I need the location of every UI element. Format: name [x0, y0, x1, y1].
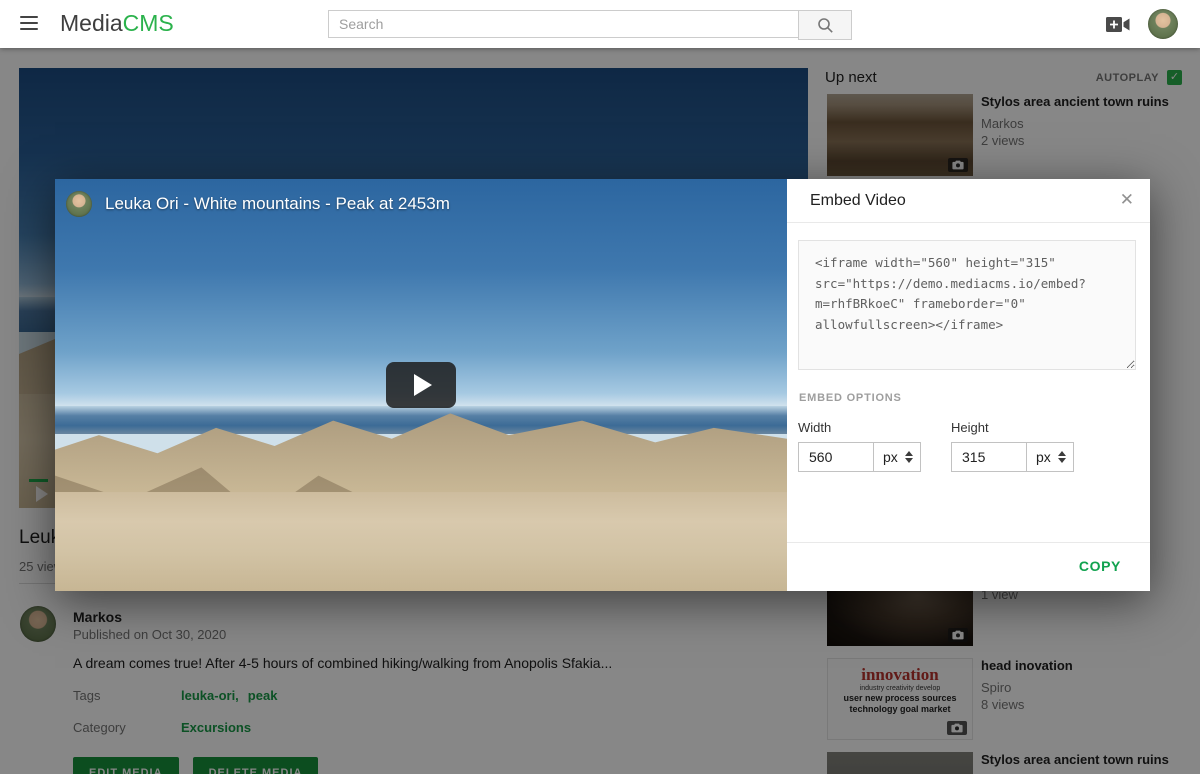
copy-button[interactable]: COPY — [1073, 557, 1127, 575]
preview-video-title: Leuka Ori - White mountains - Peak at 24… — [105, 194, 450, 214]
search-input[interactable] — [328, 10, 798, 38]
spinner-icon — [905, 451, 913, 463]
preview-channel-avatar[interactable] — [66, 191, 92, 217]
spinner-icon — [1058, 451, 1066, 463]
upload-media-icon[interactable] — [1106, 16, 1130, 33]
mediacms-app: Leuka Ori - White mountains - Peak at 24… — [0, 0, 1200, 774]
user-avatar[interactable] — [1148, 9, 1178, 39]
search-bar — [328, 10, 852, 40]
preview-title-bar: Leuka Ori - White mountains - Peak at 24… — [66, 191, 450, 217]
embed-options-label: EMBED OPTIONS — [799, 392, 902, 404]
width-unit-select[interactable]: px — [873, 442, 921, 472]
menu-icon[interactable] — [20, 16, 38, 30]
logo-text-cms: CMS — [123, 10, 174, 36]
height-label: Height — [951, 420, 1074, 435]
logo-text-media: Media — [60, 10, 123, 36]
embed-popup: Leuka Ori - White mountains - Peak at 24… — [55, 179, 1150, 591]
dialog-title: Embed Video — [810, 192, 906, 210]
width-input[interactable] — [798, 442, 874, 472]
width-unit-value: px — [883, 449, 898, 465]
search-button[interactable] — [798, 10, 852, 40]
close-icon[interactable]: ✕ — [1120, 190, 1134, 210]
play-icon — [414, 374, 432, 396]
height-option: Height px — [951, 420, 1074, 472]
embed-code-textarea[interactable]: <iframe width="560" height="315" src="ht… — [798, 240, 1136, 370]
height-input[interactable] — [951, 442, 1027, 472]
dialog-header: Embed Video ✕ — [787, 179, 1150, 223]
play-button[interactable] — [386, 362, 456, 408]
height-unit-select[interactable]: px — [1026, 442, 1074, 472]
mediacms-logo[interactable]: MediaCMS — [60, 10, 174, 37]
width-option: Width px — [798, 420, 921, 472]
dialog-footer: COPY — [787, 542, 1150, 591]
embed-video-preview[interactable]: Leuka Ori - White mountains - Peak at 24… — [55, 179, 787, 591]
search-icon — [817, 17, 834, 34]
width-label: Width — [798, 420, 921, 435]
preview-foreground — [55, 492, 787, 591]
embed-dialog: Embed Video ✕ <iframe width="560" height… — [787, 179, 1150, 591]
height-unit-value: px — [1036, 449, 1051, 465]
top-bar: MediaCMS — [0, 0, 1200, 48]
